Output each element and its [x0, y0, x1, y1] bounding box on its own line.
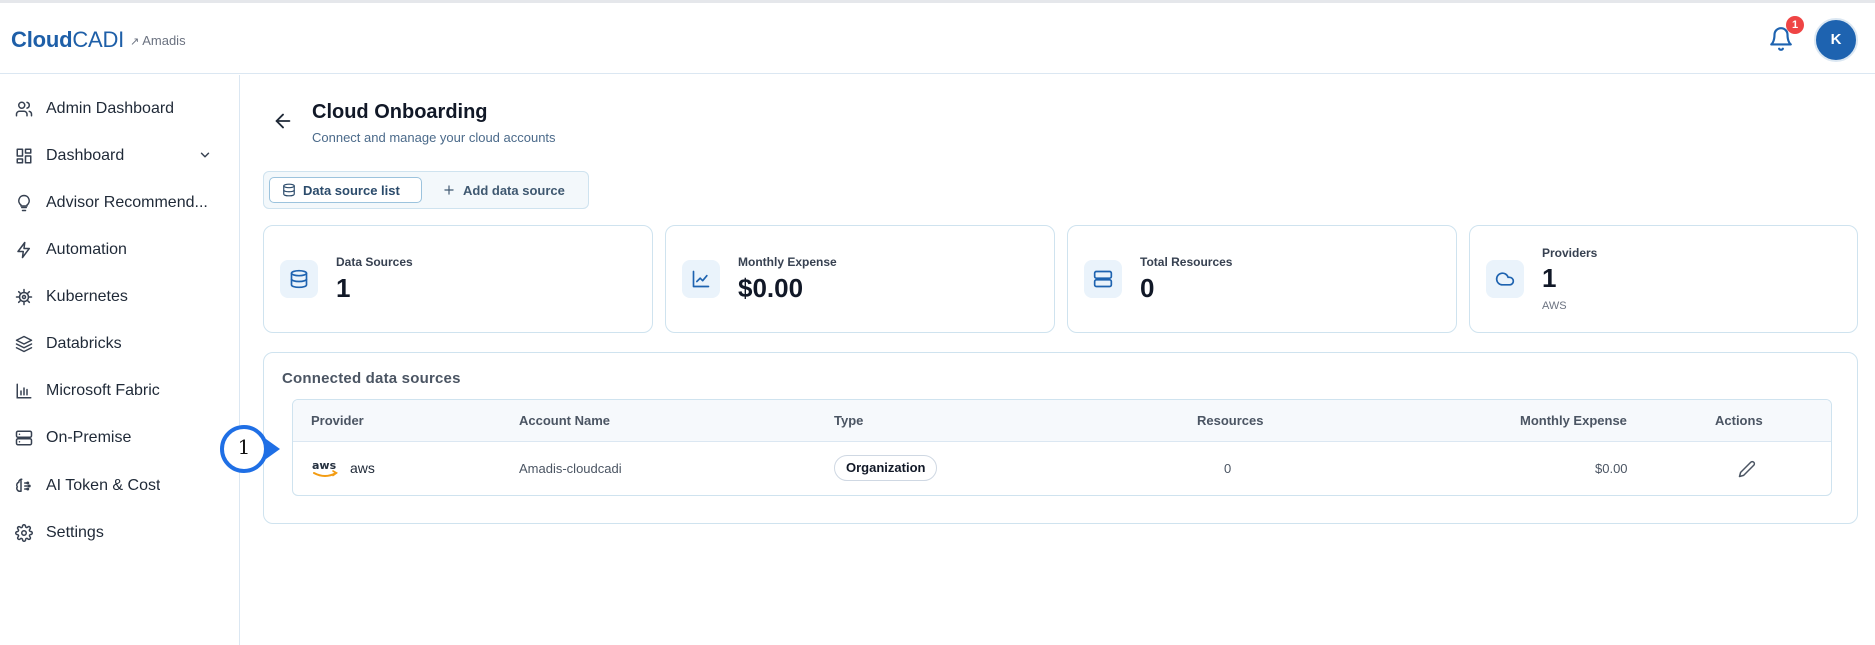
sidebar-item-label: On-Premise — [46, 429, 132, 446]
user-avatar[interactable]: K — [1814, 18, 1858, 62]
marker-number: 1 — [237, 435, 251, 459]
aws-logo-icon: aws — [311, 458, 339, 480]
edit-pencil-icon[interactable] — [1738, 460, 1756, 478]
page-subtitle: Connect and manage your cloud accounts — [312, 130, 556, 145]
brain-icon — [14, 476, 34, 496]
column-header-provider[interactable]: Provider — [311, 413, 364, 428]
stat-sub-label: AWS — [1542, 300, 1567, 312]
sidebar-item-label: Automation — [46, 241, 127, 258]
stat-value: 0 — [1140, 273, 1155, 303]
tenant-link[interactable]: ↗ Amadis — [130, 33, 186, 48]
sidebar-item-settings[interactable]: Settings — [0, 513, 239, 553]
server-icon — [1084, 260, 1122, 298]
column-header-monthly-expense[interactable]: Monthly Expense — [1520, 413, 1627, 428]
monthly-expense-value: $0.00 — [1595, 461, 1628, 476]
gear-icon — [14, 523, 34, 543]
resources-count: 0 — [1224, 461, 1232, 476]
sidebar-item-label: Kubernetes — [46, 288, 128, 305]
lightbulb-icon — [14, 193, 34, 213]
sidebar-item-label: Dashboard — [46, 147, 125, 164]
stat-card-monthly-expense: Monthly Expense $0.00 — [665, 225, 1055, 333]
connected-data-sources-panel: Connected data sources Provider Account … — [263, 352, 1858, 524]
logo-light-text: CADI — [72, 27, 125, 52]
sidebar-item-dashboard[interactable]: Dashboard — [0, 136, 239, 176]
sidebar-item-on-premise[interactable]: On-Premise — [0, 418, 239, 458]
sidebar-item-ai-token-cost[interactable]: AI Token & Cost — [0, 466, 239, 506]
layers-icon — [14, 334, 34, 354]
page-title: Cloud Onboarding — [312, 101, 488, 123]
cloud-icon — [1486, 260, 1524, 298]
sidebar-item-label: Settings — [46, 524, 104, 541]
stat-label: Data Sources — [336, 255, 413, 269]
annotation-marker: 1 — [220, 425, 280, 473]
sidebar-item-label: Databricks — [46, 335, 122, 352]
svg-text:aws: aws — [312, 459, 337, 472]
sidebar-item-microsoft-fabric[interactable]: Microsoft Fabric — [0, 371, 239, 411]
column-header-actions: Actions — [1715, 413, 1763, 428]
panel-title: Connected data sources — [282, 370, 461, 387]
stat-value: 1 — [1542, 263, 1557, 293]
stat-label: Monthly Expense — [738, 255, 837, 269]
stat-card-data-sources: Data Sources 1 — [263, 225, 653, 333]
data-sources-table: Provider Account Name Type Resources Mon… — [292, 399, 1832, 496]
table-row[interactable]: aws aws Amadis-cloudcadi Organization 0 … — [293, 442, 1831, 495]
sidebar-item-label: Admin Dashboard — [46, 100, 175, 117]
data-source-tabs: Data source list Add data source — [263, 171, 589, 209]
tab-add-data-source[interactable]: Add data source — [442, 177, 565, 203]
sidebar: Admin Dashboard Dashboard Advisor Recomm… — [0, 75, 240, 645]
stat-label: Total Resources — [1140, 255, 1233, 269]
users-icon — [14, 99, 34, 119]
provider-name: aws — [350, 460, 375, 476]
bolt-icon — [14, 240, 34, 260]
tenant-name: Amadis — [142, 33, 186, 48]
sidebar-item-advisor-recommendations[interactable]: Advisor Recommend... — [0, 183, 239, 223]
account-name: Amadis-cloudcadi — [519, 461, 622, 476]
server-icon — [14, 428, 34, 448]
stat-card-providers: Providers 1 AWS — [1469, 225, 1858, 333]
tab-label: Data source list — [303, 182, 400, 198]
marker-pointer — [266, 439, 280, 459]
tab-data-source-list[interactable]: Data source list — [269, 177, 422, 203]
sidebar-item-label: Advisor Recommend... — [46, 194, 208, 211]
sidebar-item-label: Microsoft Fabric — [46, 382, 160, 399]
database-icon — [280, 260, 318, 298]
app-logo[interactable]: CloudCADI — [11, 27, 124, 53]
sidebar-item-databricks[interactable]: Databricks — [0, 324, 239, 364]
stat-value: 1 — [336, 273, 351, 303]
external-arrow-icon: ↗ — [130, 36, 140, 48]
top-header: CloudCADI ↗ Amadis 1 K — [0, 3, 1875, 74]
database-icon — [282, 183, 296, 197]
type-badge: Organization — [834, 455, 938, 481]
back-arrow-icon[interactable] — [272, 110, 294, 132]
tab-label: Add data source — [463, 182, 565, 198]
column-header-resources[interactable]: Resources — [1197, 413, 1263, 428]
line-chart-icon — [682, 260, 720, 298]
dashboard-grid-icon — [14, 146, 34, 166]
sidebar-item-admin-dashboard[interactable]: Admin Dashboard — [0, 89, 239, 129]
plus-icon — [442, 183, 456, 197]
column-header-account-name[interactable]: Account Name — [519, 413, 610, 428]
table-header: Provider Account Name Type Resources Mon… — [293, 400, 1831, 442]
sidebar-item-label: AI Token & Cost — [46, 477, 161, 494]
notification-count-badge: 1 — [1786, 16, 1804, 34]
stat-value: $0.00 — [738, 273, 804, 303]
logo-bold-text: Cloud — [11, 27, 73, 52]
stat-card-total-resources: Total Resources 0 — [1067, 225, 1457, 333]
bar-chart-icon — [14, 381, 34, 401]
chevron-down-icon[interactable] — [198, 148, 212, 167]
stat-label: Providers — [1542, 246, 1598, 260]
sidebar-item-automation[interactable]: Automation — [0, 230, 239, 270]
column-header-type[interactable]: Type — [834, 413, 863, 428]
sidebar-item-kubernetes[interactable]: Kubernetes — [0, 277, 239, 317]
helm-wheel-icon — [14, 287, 34, 307]
